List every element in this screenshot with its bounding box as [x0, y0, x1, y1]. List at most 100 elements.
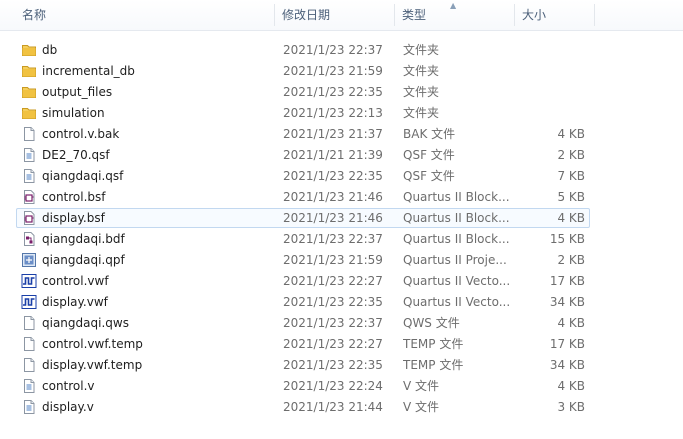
file-type: 文件夹 [403, 106, 440, 120]
file-size: 7 KB [557, 169, 585, 183]
file-date-modified: 2021/1/23 21:44 [283, 400, 383, 414]
text-file-icon [21, 147, 37, 163]
file-size: 5 KB [557, 190, 585, 204]
column-size[interactable]: 大小 [516, 0, 594, 30]
file-type: Quartus II Proje... [403, 253, 507, 267]
file-size: 4 KB [557, 379, 585, 393]
folder-icon [21, 63, 37, 79]
file-date-modified: 2021/1/23 22:13 [283, 106, 383, 120]
file-type: V 文件 [403, 379, 440, 393]
file-name: display.vwf.temp [42, 358, 143, 372]
file-date-modified: 2021/1/23 21:37 [283, 127, 383, 141]
project-file-icon [21, 252, 37, 268]
file-row[interactable]: control.vwf 2021/1/23 22:27 Quartus II Vec… [16, 271, 590, 291]
file-date-modified: 2021/1/21 21:39 [283, 148, 383, 162]
folder-icon [21, 42, 37, 58]
file-type: QWS 文件 [403, 316, 460, 330]
text-file-icon [21, 168, 37, 184]
file-date-modified: 2021/1/23 22:24 [283, 379, 383, 393]
file-size: 3 KB [557, 400, 585, 414]
file-name: qiangdaqi.qsf [42, 169, 124, 183]
blank-file-icon [21, 126, 37, 142]
file-type: 文件夹 [403, 85, 440, 99]
block-symbol-file-icon [21, 189, 37, 205]
blank-file-icon [21, 357, 37, 373]
blank-file-icon [21, 315, 37, 331]
file-size: 4 KB [557, 127, 585, 141]
file-type: BAK 文件 [403, 127, 456, 141]
column-name[interactable]: 名称 [16, 0, 274, 30]
file-row[interactable]: qiangdaqi.qws 2021/1/23 22:37 QWS 文件 4 KB [16, 313, 590, 333]
file-date-modified: 2021/1/23 22:37 [283, 43, 383, 57]
file-type: QSF 文件 [403, 169, 455, 183]
file-name: db [42, 43, 58, 57]
file-type: 文件夹 [403, 43, 440, 57]
file-size: 17 KB [549, 274, 585, 288]
file-type: Quartus II Block... [403, 190, 510, 204]
file-name: control.v [42, 379, 95, 393]
column-divider[interactable] [274, 4, 275, 26]
column-divider[interactable] [394, 4, 395, 26]
column-header: 名称 修改日期 类型 ▲ 大小 [0, 0, 683, 31]
file-date-modified: 2021/1/23 22:35 [283, 295, 383, 309]
file-name: incremental_db [42, 64, 135, 78]
file-name: control.vwf [42, 274, 109, 288]
file-date-modified: 2021/1/23 21:59 [283, 64, 383, 78]
file-name: DE2_70.qsf [42, 148, 110, 162]
file-row[interactable]: control.v.bak 2021/1/23 21:37 BAK 文件 4 KB [16, 124, 590, 144]
file-type: Quartus II Vecto... [403, 295, 511, 309]
file-row[interactable]: simulation 2021/1/23 22:13 文件夹 [16, 103, 590, 123]
file-size: 17 KB [549, 337, 585, 351]
file-size: 15 KB [549, 232, 585, 246]
file-name: qiangdaqi.qpf [42, 253, 125, 267]
file-date-modified: 2021/1/23 22:35 [283, 169, 383, 183]
file-date-modified: 2021/1/23 22:37 [283, 232, 383, 246]
file-name: control.vwf.temp [42, 337, 143, 351]
file-name: qiangdaqi.qws [42, 316, 129, 330]
file-row[interactable]: db 2021/1/23 22:37 文件夹 [16, 40, 590, 60]
file-type: Quartus II Block... [403, 211, 510, 225]
file-name: control.bsf [42, 190, 106, 204]
file-row[interactable]: incremental_db 2021/1/23 21:59 文件夹 [16, 61, 590, 81]
file-type: Quartus II Vecto... [403, 274, 511, 288]
file-size: 2 KB [557, 253, 585, 267]
file-date-modified: 2021/1/23 22:27 [283, 337, 383, 351]
block-symbol-file-icon [21, 210, 37, 226]
file-size: 4 KB [557, 316, 585, 330]
file-type: V 文件 [403, 400, 440, 414]
file-size: 34 KB [549, 295, 585, 309]
file-name: simulation [42, 106, 105, 120]
file-date-modified: 2021/1/23 21:46 [283, 190, 383, 204]
file-row[interactable]: DE2_70.qsf 2021/1/21 21:39 QSF 文件 2 KB [16, 145, 590, 165]
file-row[interactable]: control.v 2021/1/23 22:24 V 文件 4 KB [16, 376, 590, 396]
column-divider[interactable] [514, 4, 515, 26]
file-name: display.v [42, 400, 94, 414]
file-date-modified: 2021/1/23 22:35 [283, 358, 383, 372]
file-row[interactable]: control.vwf.temp 2021/1/23 22:27 TEMP 文件 17… [16, 334, 590, 354]
file-row[interactable]: qiangdaqi.qsf 2021/1/23 22:35 QSF 文件 7 KB [16, 166, 590, 186]
file-size: 34 KB [549, 358, 585, 372]
file-row[interactable]: qiangdaqi.bdf 2021/1/23 22:37 Quartus II B… [16, 229, 590, 249]
file-row[interactable]: output_files 2021/1/23 22:35 文件夹 [16, 82, 590, 102]
file-size: 2 KB [557, 148, 585, 162]
file-date-modified: 2021/1/23 22:37 [283, 316, 383, 330]
column-date[interactable]: 修改日期 [276, 0, 394, 30]
folder-icon [21, 105, 37, 121]
file-date-modified: 2021/1/23 21:59 [283, 253, 383, 267]
file-row[interactable]: display.bsf 2021/1/23 21:46 Quartus II Blo… [16, 208, 590, 228]
file-row[interactable]: qiangdaqi.qpf 2021/1/23 21:59 Quartus II P… [16, 250, 590, 270]
file-date-modified: 2021/1/23 22:27 [283, 274, 383, 288]
file-row[interactable]: display.v 2021/1/23 21:44 V 文件 3 KB [16, 397, 590, 417]
file-row[interactable]: display.vwf 2021/1/23 22:35 Quartus II Vec… [16, 292, 590, 312]
file-type: TEMP 文件 [403, 358, 464, 372]
waveform-file-icon [21, 294, 37, 310]
column-divider[interactable] [594, 4, 595, 26]
file-row[interactable]: display.vwf.temp 2021/1/23 22:35 TEMP 文件 34… [16, 355, 590, 375]
file-name: control.v.bak [42, 127, 120, 141]
file-row[interactable]: control.bsf 2021/1/23 21:46 Quartus II Blo… [16, 187, 590, 207]
file-type: 文件夹 [403, 64, 440, 78]
blank-file-icon [21, 336, 37, 352]
file-name: display.vwf [42, 295, 108, 309]
block-diagram-file-icon [21, 231, 37, 247]
file-size: 4 KB [557, 211, 585, 225]
